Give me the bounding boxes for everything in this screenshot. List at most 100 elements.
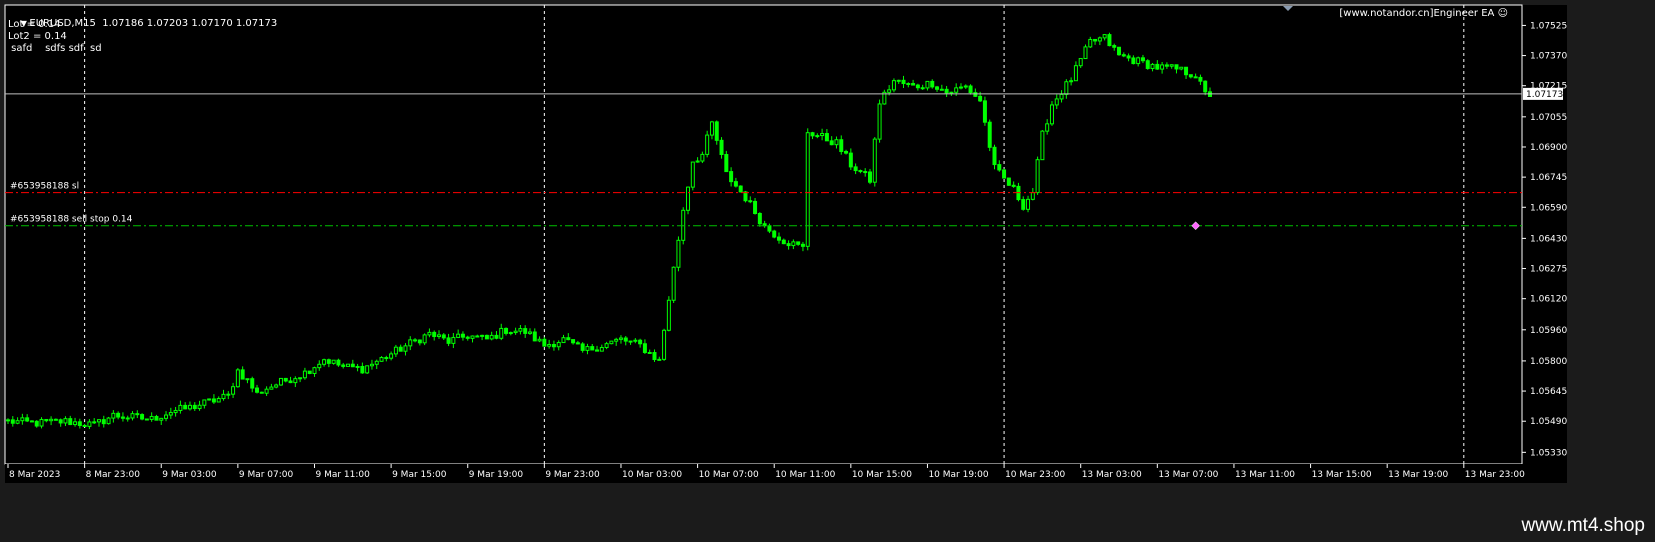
candle-body [130, 413, 135, 419]
time-tick-label: 10 Mar 23:00 [1005, 470, 1065, 480]
candle-body [1145, 60, 1150, 69]
candle-body [958, 86, 963, 89]
candle-body [532, 331, 537, 342]
candle-body [954, 87, 959, 93]
candle-body [915, 84, 920, 89]
candle-body [111, 412, 116, 419]
candle-body [891, 80, 896, 91]
price-tick-label: 1.06430 [1530, 234, 1567, 244]
candle-body [346, 363, 351, 367]
candle-body [1150, 63, 1155, 69]
candle-body [389, 353, 394, 359]
stop-loss-label: #653958188 sl [10, 182, 79, 192]
candle-body [877, 103, 882, 140]
candle-body [101, 419, 106, 425]
price-tick-label: 1.06900 [1530, 143, 1567, 153]
candle-body [456, 333, 461, 338]
candle-body [144, 418, 149, 421]
candle-body [135, 413, 140, 416]
candle-body [777, 236, 782, 241]
candle-body [1136, 57, 1141, 65]
candle-body [652, 352, 657, 361]
candle-body [1011, 184, 1016, 187]
candle-body [216, 398, 221, 403]
candle-body [106, 417, 111, 425]
candle-body [1198, 76, 1203, 82]
candle-body [1002, 169, 1007, 179]
price-tick-label: 1.06120 [1530, 295, 1567, 305]
candle-body [154, 415, 159, 421]
candle-body [197, 404, 202, 410]
candle-body [1131, 57, 1136, 65]
time-tick-label: 13 Mar 07:00 [1158, 470, 1218, 480]
candle-body [978, 95, 983, 102]
candle-body [480, 334, 485, 337]
candle-body [39, 418, 44, 427]
time-tick-label: 10 Mar 03:00 [622, 470, 682, 480]
candle-body [844, 150, 849, 154]
candle-body [633, 339, 638, 342]
candle-body [140, 414, 145, 420]
candle-body [1064, 81, 1069, 95]
watermark-text: www.mt4.shop [1521, 515, 1645, 536]
candle-body [96, 419, 101, 423]
candle-body [1073, 65, 1078, 82]
price-tick-label: 1.05960 [1530, 326, 1567, 336]
candle-body [436, 334, 441, 338]
candle-body [53, 418, 58, 421]
candle-body [221, 393, 226, 400]
candle-body [393, 346, 398, 355]
candle-body [614, 338, 619, 342]
candle-body [748, 200, 753, 203]
candle-body [1203, 80, 1208, 93]
candle-body [1045, 123, 1050, 132]
sell-stop-label: #653958188 sell stop 0.14 [10, 215, 133, 225]
candle-body [1035, 159, 1040, 194]
price-tick-label: 1.07370 [1530, 52, 1567, 62]
candle-body [575, 342, 580, 345]
candle-body [911, 83, 916, 86]
candle-body [853, 166, 858, 172]
candle-body [920, 87, 925, 90]
price-tick-label: 1.06275 [1530, 265, 1567, 275]
candle-body [20, 417, 25, 422]
candle-body [355, 365, 360, 368]
candle-body [365, 365, 370, 374]
price-tick-label: 1.05800 [1530, 357, 1567, 367]
candle-body [259, 391, 264, 394]
candle-body [714, 121, 719, 141]
time-tick-label: 8 Mar 2023 [9, 470, 60, 480]
candle-body [274, 384, 279, 388]
candle-body [1117, 46, 1122, 56]
candle-body [887, 89, 892, 93]
time-tick-label: 9 Mar 11:00 [315, 470, 370, 480]
candle-body [829, 140, 834, 146]
candle-body [935, 86, 940, 90]
candle-body [523, 328, 528, 334]
candle-body [580, 343, 585, 351]
candle-body [729, 171, 734, 183]
candle-body [374, 360, 379, 365]
candle-body [178, 404, 183, 411]
candle-body [1126, 55, 1131, 59]
chart-canvas[interactable]: 1.075251.073701.072151.070551.069001.067… [0, 0, 1655, 542]
candle-body [992, 146, 997, 166]
candle-body [1054, 98, 1059, 106]
candle-body [6, 419, 10, 422]
candle-body [1093, 38, 1098, 42]
candle-body [494, 334, 499, 339]
candle-body [1121, 54, 1126, 57]
candle-body [15, 420, 20, 424]
candle-body [245, 378, 250, 381]
plot-area [4, 4, 1523, 465]
candle-body [231, 386, 236, 395]
candle-body [963, 85, 968, 88]
candle-body [561, 337, 566, 344]
candle-body [839, 139, 844, 152]
candle-body [642, 343, 647, 353]
candle-body [120, 416, 125, 419]
candle-body [638, 339, 643, 345]
candle-body [422, 334, 427, 344]
candle-body [508, 332, 513, 335]
time-tick-label: 9 Mar 07:00 [239, 470, 294, 480]
